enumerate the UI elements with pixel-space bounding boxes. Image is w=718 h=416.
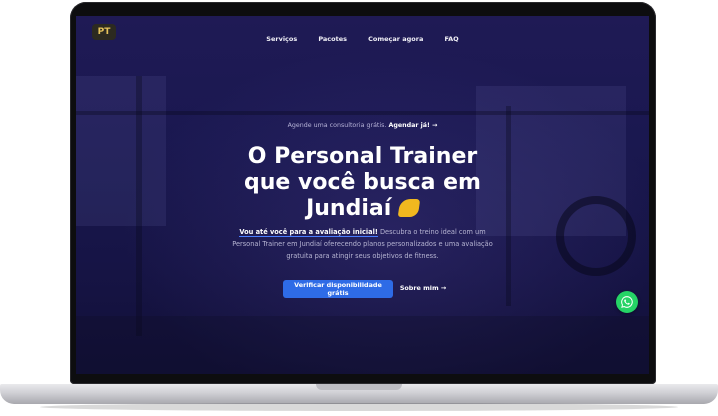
about-me-link[interactable]: Sobre mim →: [396, 284, 450, 292]
hero-title-line2: que você busca em: [244, 170, 481, 195]
laptop-mockup: PT Serviços Pacotes Começar agora FAQ Ag…: [0, 0, 718, 416]
whatsapp-icon: [621, 296, 633, 308]
hero-section: Agende uma consultoria grátis. Agendar j…: [76, 16, 649, 374]
hero-title-line1: O Personal Trainer: [247, 144, 478, 169]
flexed-biceps-icon: [397, 199, 421, 217]
laptop-shadow: [40, 403, 678, 411]
hero-description: Vou até você para a avaliação inicial! D…: [226, 226, 499, 262]
laptop-base: [0, 384, 718, 404]
hero-title-line3-wrap: Jundiaí: [176, 196, 549, 222]
hero-title-line3: Jundiaí: [306, 196, 392, 221]
hero-title: O Personal Trainer que você busca em Jun…: [176, 144, 549, 222]
whatsapp-button[interactable]: [616, 291, 638, 313]
consult-link[interactable]: Agendar já! →: [388, 122, 437, 129]
desc-highlight: Vou até você para a avaliação inicial!: [239, 228, 378, 237]
consult-text: Agende uma consultoria grátis.: [287, 122, 387, 129]
check-availability-button[interactable]: Verificar disponibilidade grátis: [283, 280, 393, 298]
laptop-notch: [316, 384, 402, 390]
consult-banner: Agende uma consultoria grátis. Agendar j…: [76, 122, 649, 129]
website-screen: PT Serviços Pacotes Começar agora FAQ Ag…: [76, 16, 649, 374]
